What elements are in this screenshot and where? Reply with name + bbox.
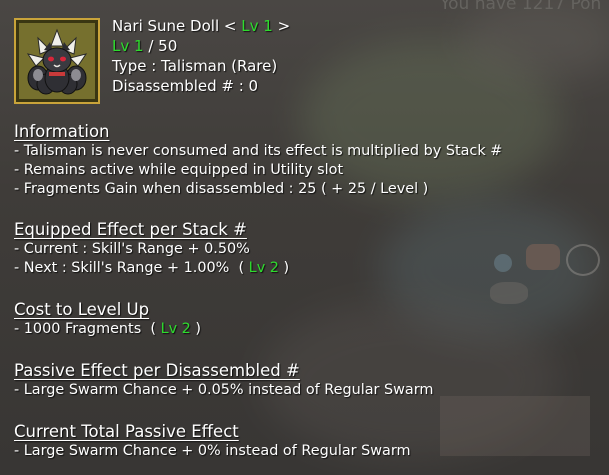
- item-level-progress: Lv 1 / 50: [112, 36, 290, 56]
- item-level-bracket-close: >: [277, 17, 291, 35]
- cost-title: Cost to Level Up: [14, 300, 150, 319]
- level-max: / 50: [148, 37, 178, 55]
- passive-effect-section: Passive Effect per Disassembled # - Larg…: [14, 361, 433, 400]
- item-tooltip: Nari Sune Doll < Lv 1 > Lv 1 / 50 Type :…: [0, 0, 609, 475]
- item-icon-frame: [14, 18, 100, 104]
- item-name: Nari Sune Doll: [112, 17, 220, 35]
- equipped-next-open: (: [238, 260, 245, 276]
- cost-section: Cost to Level Up - 1000 Fragments ( Lv 2…: [14, 300, 201, 339]
- equipped-current: - Current : Skill's Range + 0.50%: [14, 241, 250, 257]
- information-section: Information - Talisman is never consumed…: [14, 122, 502, 199]
- equipped-next: - Next : Skill's Range + 1.00% ( Lv 2 ): [14, 259, 289, 278]
- equipped-next-text: - Next : Skill's Range + 1.00%: [14, 260, 230, 276]
- total-passive-line: - Large Swarm Chance + 0% instead of Reg…: [14, 443, 411, 459]
- equipped-effect-title: Equipped Effect per Stack #: [14, 220, 247, 239]
- cost-line: - 1000 Fragments ( Lv 2 ): [14, 320, 201, 339]
- item-level-label: Lv 1: [241, 17, 273, 35]
- cost-level: Lv 2: [160, 321, 191, 337]
- total-passive-title: Current Total Passive Effect: [14, 422, 239, 441]
- item-title: Nari Sune Doll < Lv 1 >: [112, 16, 290, 36]
- passive-effect-line: - Large Swarm Chance + 0.05% instead of …: [14, 382, 434, 398]
- item-type: Type : Talisman (Rare): [112, 57, 278, 75]
- information-line: - Talisman is never consumed and its eff…: [14, 143, 503, 159]
- item-disassembled-count: Disassembled # : 0: [112, 77, 259, 95]
- item-level-bracket-open: <: [223, 17, 237, 35]
- equipped-next-close: ): [283, 260, 290, 276]
- cost-level-close: ): [195, 321, 202, 337]
- cost-amount: - 1000 Fragments: [14, 321, 142, 337]
- item-header: Nari Sune Doll < Lv 1 > Lv 1 / 50 Type :…: [112, 16, 290, 96]
- information-line: - Remains active while equipped in Utili…: [14, 162, 344, 178]
- information-line: - Fragments Gain when disassembled : 25 …: [14, 181, 429, 197]
- total-passive-section: Current Total Passive Effect - Large Swa…: [14, 422, 411, 461]
- fox-doll-icon: [19, 23, 95, 99]
- equipped-next-level: Lv 2: [248, 260, 279, 276]
- passive-effect-title: Passive Effect per Disassembled #: [14, 361, 300, 380]
- equipped-effect-section: Equipped Effect per Stack # - Current : …: [14, 220, 289, 278]
- level-current: Lv 1: [112, 37, 144, 55]
- cost-level-open: (: [150, 321, 156, 337]
- information-title: Information: [14, 122, 110, 141]
